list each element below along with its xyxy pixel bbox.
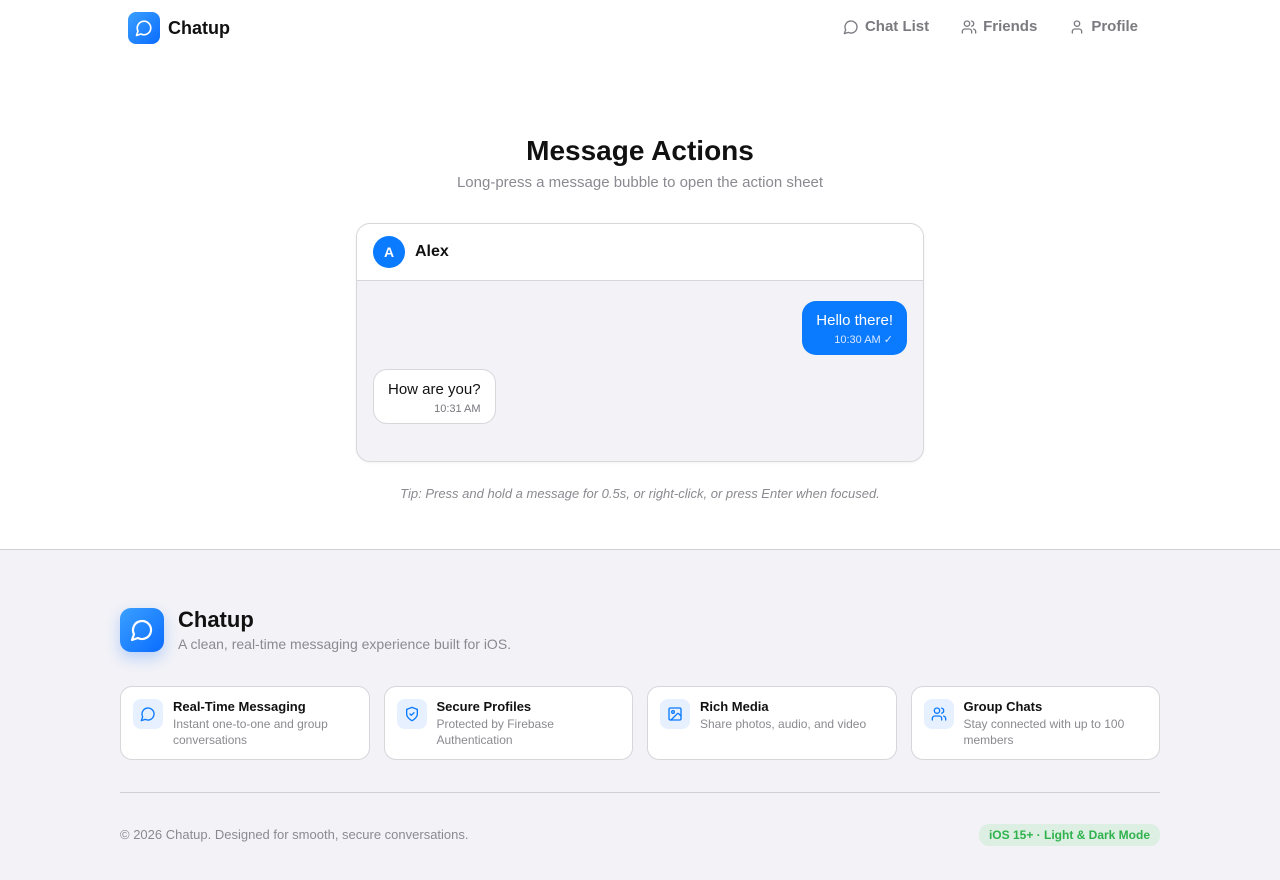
feature-card-rich-media: Rich Media Share photos, audio, and vide… — [647, 686, 897, 760]
image-icon — [660, 699, 690, 729]
brand-name: Chatup — [168, 17, 230, 38]
feature-list: Real-Time Messaging Instant one-to-one a… — [120, 686, 1160, 760]
nav-item-chat-list[interactable]: Chat List — [843, 18, 929, 35]
nav-label: Friends — [983, 18, 1038, 35]
copyright-text: © 2026 Chatup. Designed for smooth, secu… — [120, 827, 469, 842]
message-meta: 10:30 AM ✓ — [816, 333, 893, 346]
nav-item-profile[interactable]: Profile — [1069, 18, 1138, 35]
shield-check-icon — [396, 699, 427, 729]
footer-tagline: A clean, real-time messaging experience … — [178, 636, 512, 652]
incoming-message-bubble[interactable]: How are you? 10:31 AM — [373, 369, 496, 424]
chat-header: A Alex — [357, 224, 923, 281]
feature-card-real-time-messaging: Real-Time Messaging Instant one-to-one a… — [120, 686, 370, 760]
feature-description: Protected by Firebase Authentication — [436, 717, 554, 747]
footer-divider — [120, 792, 1160, 793]
chat-bubble-icon — [120, 608, 164, 652]
feature-title: Secure Profiles — [436, 699, 532, 714]
user-icon — [1069, 19, 1085, 35]
chat-preview-card: A Alex Hello there! 10:30 AM ✓ How are y… — [356, 223, 924, 462]
contact-name: Alex — [415, 243, 449, 260]
footer-brand: Chatup A clean, real-time messaging expe… — [120, 608, 511, 652]
read-check-icon: ✓ — [883, 334, 893, 346]
feature-card-secure-profiles: Secure Profiles Protected by Firebase Au… — [383, 686, 633, 760]
nav-item-friends[interactable]: Friends — [961, 18, 1037, 35]
chat-bubble-icon — [128, 12, 160, 44]
usage-tip: Tip: Press and hold a message for 0.5s, … — [400, 486, 880, 501]
outgoing-message-bubble[interactable]: Hello there! 10:30 AM ✓ — [802, 301, 907, 355]
feature-description: Stay connected with up to 100 members — [963, 717, 1125, 747]
avatar: A — [373, 236, 405, 268]
feature-title: Real-Time Messaging — [173, 699, 306, 714]
top-navigation-bar: Chatup Chat List Friends Profile — [0, 0, 1280, 56]
message-time: 10:30 AM — [834, 334, 881, 346]
chat-bubble-icon — [133, 699, 163, 729]
brand[interactable]: Chatup — [128, 12, 230, 44]
users-icon — [961, 19, 977, 35]
main-nav: Chat List Friends Profile — [843, 18, 1138, 35]
feature-description: Share photos, audio, and video — [700, 717, 867, 731]
feature-title: Rich Media — [700, 699, 769, 714]
nav-label: Profile — [1091, 18, 1138, 35]
feature-description: Instant one-to-one and group conversatio… — [173, 717, 328, 747]
feature-title: Group Chats — [963, 699, 1043, 714]
platform-badge: iOS 15+ · Light & Dark Mode — [978, 824, 1160, 846]
users-icon — [923, 699, 954, 729]
page-subtitle: Long-press a message bubble to open the … — [456, 174, 824, 191]
footer-brand-name: Chatup — [178, 607, 254, 632]
message-text: How are you? — [388, 381, 481, 398]
footer: Chatup A clean, real-time messaging expe… — [0, 549, 1280, 880]
feature-card-group-chats: Group Chats Stay connected with up to 10… — [910, 686, 1160, 760]
page-title: Message Actions — [526, 135, 754, 166]
chat-bubble-icon — [843, 19, 859, 35]
message-text: Hello there! — [816, 312, 893, 329]
message-time: 10:31 AM — [434, 403, 481, 415]
nav-label: Chat List — [864, 18, 930, 35]
